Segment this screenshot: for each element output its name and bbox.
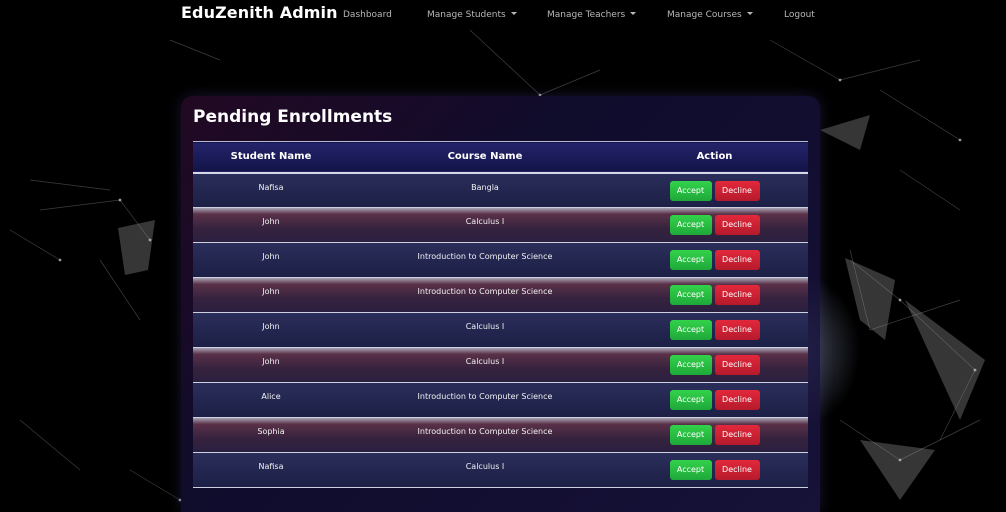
accept-button[interactable]: Accept (669, 355, 712, 375)
table-row: John Introduction to Computer Science Ac… (193, 277, 808, 313)
table-row: John Introduction to Computer Science Ac… (193, 242, 808, 278)
accept-button[interactable]: Accept (669, 250, 712, 270)
column-header-student: Student Name (230, 151, 312, 163)
chevron-down-icon (746, 12, 753, 15)
student-name: Nafisa (258, 462, 284, 471)
nav-manage-teachers-label: Manage Teachers (547, 10, 626, 20)
nav-manage-teachers[interactable]: Manage Teachers (547, 10, 637, 20)
action-cell: Accept Decline (621, 278, 808, 313)
table-header-row: Student Name Course Name Action (193, 141, 808, 173)
table-row: Nafisa Bangla Accept Decline (193, 172, 808, 208)
course-name: Introduction to Computer Science (417, 427, 553, 436)
decline-button[interactable]: Decline (714, 425, 760, 445)
student-name: John (262, 217, 280, 226)
action-cell: Accept Decline (621, 173, 808, 208)
student-name: Nafisa (258, 182, 284, 192)
accept-button[interactable]: Accept (669, 425, 712, 445)
nav-manage-students-label: Manage Students (427, 10, 506, 20)
nav-manage-courses[interactable]: Manage Courses (667, 10, 753, 20)
nav-manage-courses-label: Manage Courses (667, 10, 742, 20)
table-row: John Calculus I Accept Decline (193, 347, 808, 383)
decline-button[interactable]: Decline (714, 215, 760, 235)
nav-dashboard[interactable]: Dashboard (343, 10, 392, 20)
chevron-down-icon (630, 12, 637, 15)
student-name: John (262, 357, 280, 366)
action-cell: Accept Decline (621, 453, 808, 488)
table-row: John Calculus I Accept Decline (193, 312, 808, 348)
accept-button[interactable]: Accept (669, 180, 712, 201)
nav-dashboard-label: Dashboard (343, 10, 392, 20)
enrollments-table: Student Name Course Name Action Nafisa B… (193, 141, 808, 488)
column-header-course: Course Name (447, 151, 523, 163)
action-cell: Accept Decline (621, 313, 808, 348)
table-row: John Calculus I Accept Decline (193, 207, 808, 243)
decline-button[interactable]: Decline (714, 285, 760, 305)
accept-button[interactable]: Accept (669, 460, 712, 480)
course-name: Calculus I (465, 217, 505, 226)
table-row: Sophia Introduction to Computer Science … (193, 417, 808, 453)
student-name: Alice (261, 392, 281, 401)
nav-manage-students[interactable]: Manage Students (427, 10, 517, 20)
pending-enrollments-panel: Pending Enrollments Student Name Course … (181, 96, 820, 512)
course-name: Calculus I (465, 322, 505, 331)
course-name: Introduction to Computer Science (417, 252, 553, 261)
action-cell: Accept Decline (621, 243, 808, 278)
decline-button[interactable]: Decline (714, 355, 760, 375)
action-cell: Accept Decline (621, 348, 808, 383)
table-row: Nafisa Calculus I Accept Decline (193, 452, 808, 488)
course-name: Introduction to Computer Science (417, 392, 553, 401)
decline-button[interactable]: Decline (714, 390, 760, 410)
student-name: John (262, 287, 280, 296)
student-name: John (262, 252, 280, 261)
accept-button[interactable]: Accept (669, 215, 712, 235)
table-row: Alice Introduction to Computer Science A… (193, 382, 808, 418)
student-name: John (262, 322, 280, 331)
nav-logout-label: Logout (784, 10, 815, 20)
accept-button[interactable]: Accept (669, 320, 712, 340)
nav-logout[interactable]: Logout (784, 10, 815, 20)
page-title: Pending Enrollments (193, 107, 393, 127)
decline-button[interactable]: Decline (714, 320, 760, 340)
course-name: Calculus I (465, 462, 505, 471)
decline-button[interactable]: Decline (714, 250, 760, 270)
student-name: Sophia (257, 427, 285, 436)
accept-button[interactable]: Accept (669, 285, 712, 305)
course-name: Bangla (471, 182, 499, 192)
column-header-action: Action (696, 151, 733, 163)
top-navbar: EduZenith Admin Dashboard Manage Student… (0, 0, 1006, 30)
decline-button[interactable]: Decline (714, 180, 760, 201)
accept-button[interactable]: Accept (669, 390, 712, 410)
brand-logo[interactable]: EduZenith Admin (181, 3, 338, 22)
chevron-down-icon (510, 12, 517, 15)
action-cell: Accept Decline (621, 383, 808, 418)
action-cell: Accept Decline (621, 418, 808, 453)
action-cell: Accept Decline (621, 208, 808, 243)
decline-button[interactable]: Decline (714, 460, 760, 480)
course-name: Introduction to Computer Science (417, 287, 553, 296)
course-name: Calculus I (465, 357, 505, 366)
